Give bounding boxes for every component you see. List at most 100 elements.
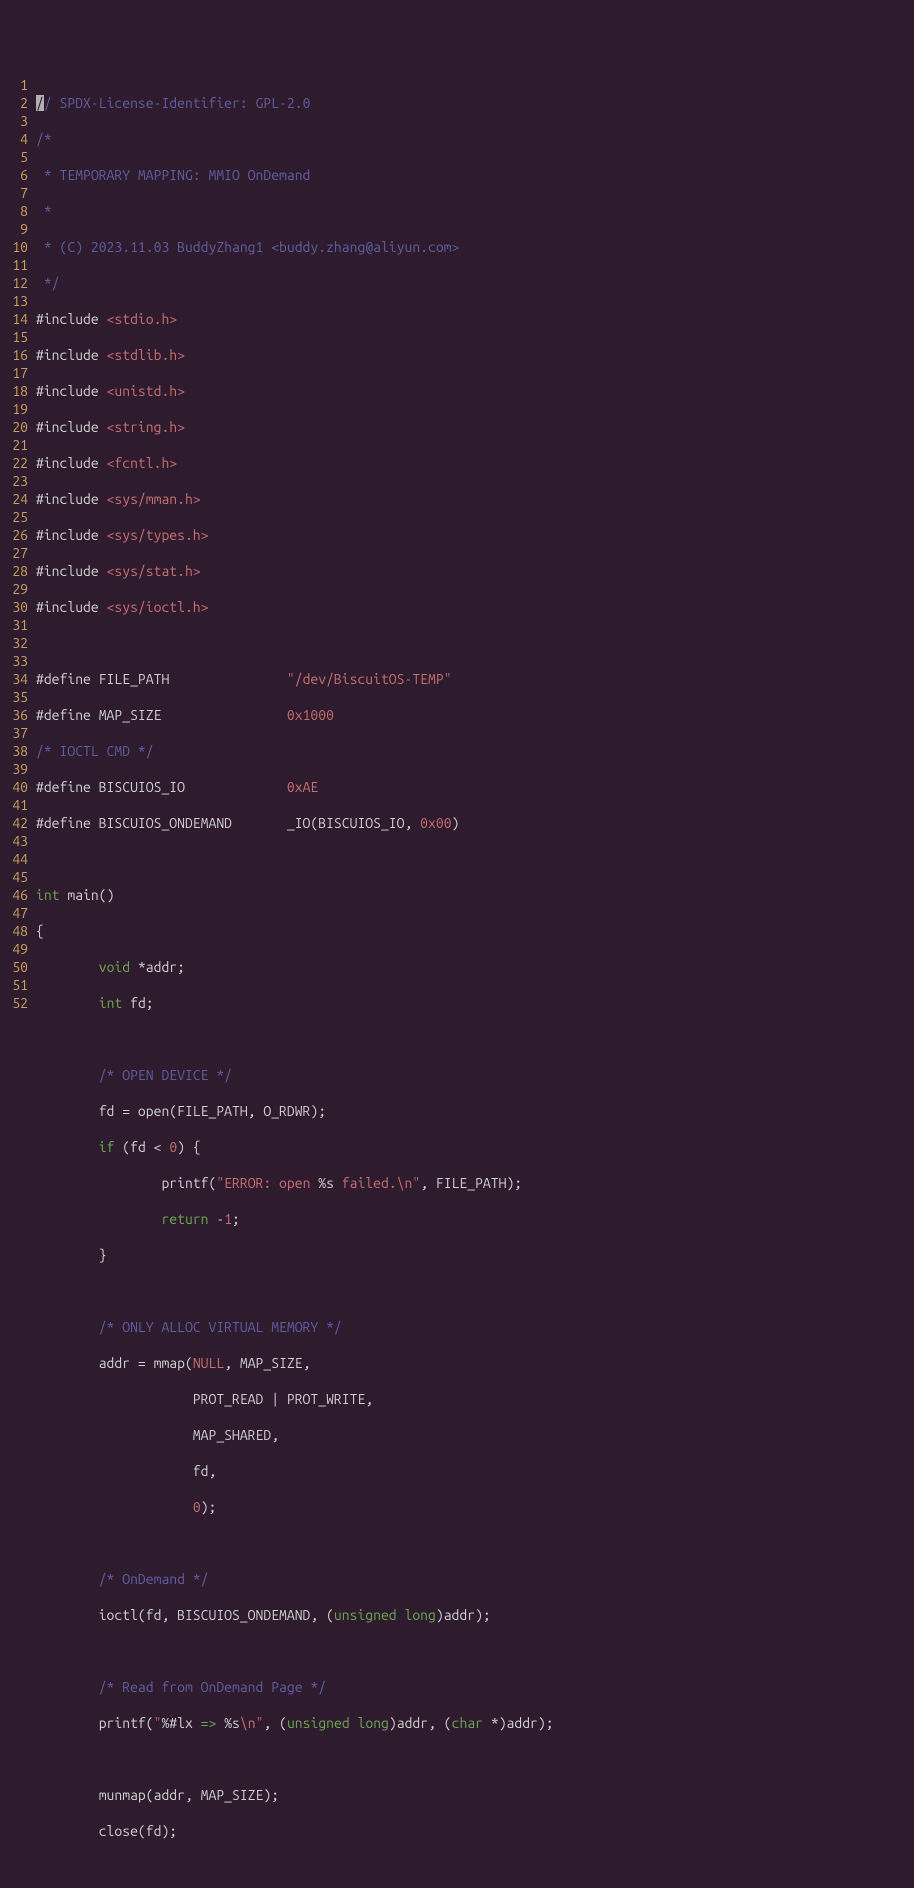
code-line: #define BISCUIOS_IO 0xAE <box>36 778 554 796</box>
line-number: 26 <box>0 526 28 544</box>
code-line: { <box>36 922 554 940</box>
code-line: fd = open(FILE_PATH, O_RDWR); <box>36 1102 554 1120</box>
code-line: /* OnDemand */ <box>36 1570 554 1588</box>
line-number: 3 <box>0 112 28 130</box>
code-line: #include <sys/mman.h> <box>36 490 554 508</box>
code-line: /* <box>36 130 554 148</box>
code-line: #include <sys/ioctl.h> <box>36 598 554 616</box>
code-line: #include <string.h> <box>36 418 554 436</box>
code-line: #include <fcntl.h> <box>36 454 554 472</box>
code-line: #define FILE_PATH "/dev/BiscuitOS-TEMP" <box>36 670 554 688</box>
code-line: /* Read from OnDemand Page */ <box>36 1678 554 1696</box>
line-number: 16 <box>0 346 28 364</box>
line-number: 13 <box>0 292 28 310</box>
code-line <box>36 850 554 868</box>
line-number: 37 <box>0 724 28 742</box>
line-number: 12 <box>0 274 28 292</box>
line-number: 30 <box>0 598 28 616</box>
code-line: } <box>36 1246 554 1264</box>
code-line: 0); <box>36 1498 554 1516</box>
code-line: /* OPEN DEVICE */ <box>36 1066 554 1084</box>
line-number: 44 <box>0 850 28 868</box>
line-number: 28 <box>0 562 28 580</box>
code-line: void *addr; <box>36 958 554 976</box>
line-number: 48 <box>0 922 28 940</box>
code-line: if (fd < 0) { <box>36 1138 554 1156</box>
code-line: addr = mmap(NULL, MAP_SIZE, <box>36 1354 554 1372</box>
code-line: #include <sys/stat.h> <box>36 562 554 580</box>
code-line: #define MAP_SIZE 0x1000 <box>36 706 554 724</box>
code-line <box>36 1642 554 1660</box>
line-number: 7 <box>0 184 28 202</box>
code-line: printf("ERROR: open %s failed.\n", FILE_… <box>36 1174 554 1192</box>
code-area[interactable]: // SPDX-License-Identifier: GPL-2.0 /* *… <box>32 76 554 1888</box>
code-line: MAP_SHARED, <box>36 1426 554 1444</box>
line-number-gutter: 1234567891011121314151617181920212223242… <box>0 76 32 1888</box>
cursor: / <box>36 95 44 111</box>
line-number: 52 <box>0 994 28 1012</box>
code-line: #include <stdio.h> <box>36 310 554 328</box>
line-number: 40 <box>0 778 28 796</box>
code-line: int fd; <box>36 994 554 1012</box>
line-number: 51 <box>0 976 28 994</box>
line-number: 24 <box>0 490 28 508</box>
code-line <box>36 1750 554 1768</box>
line-number: 11 <box>0 256 28 274</box>
code-line: * <box>36 202 554 220</box>
code-line: */ <box>36 274 554 292</box>
line-number: 45 <box>0 868 28 886</box>
code-editor[interactable]: 1234567891011121314151617181920212223242… <box>0 72 914 1888</box>
code-line <box>36 1282 554 1300</box>
line-number: 23 <box>0 472 28 490</box>
code-line: /* IOCTL CMD */ <box>36 742 554 760</box>
line-number: 34 <box>0 670 28 688</box>
code-line <box>36 1534 554 1552</box>
code-line: * TEMPORARY MAPPING: MMIO OnDemand <box>36 166 554 184</box>
line-number: 19 <box>0 400 28 418</box>
code-line: #define BISCUIOS_ONDEMAND _IO(BISCUIOS_I… <box>36 814 554 832</box>
line-number: 20 <box>0 418 28 436</box>
line-number: 46 <box>0 886 28 904</box>
line-number: 32 <box>0 634 28 652</box>
line-number: 2 <box>0 94 28 112</box>
line-number: 27 <box>0 544 28 562</box>
code-line: printf("%#lx => %s\n", (unsigned long)ad… <box>36 1714 554 1732</box>
code-line: PROT_READ | PROT_WRITE, <box>36 1390 554 1408</box>
line-number: 21 <box>0 436 28 454</box>
code-line <box>36 1030 554 1048</box>
code-line: munmap(addr, MAP_SIZE); <box>36 1786 554 1804</box>
code-line: #include <stdlib.h> <box>36 346 554 364</box>
code-line: int main() <box>36 886 554 904</box>
line-number: 10 <box>0 238 28 256</box>
code-line: ioctl(fd, BISCUIOS_ONDEMAND, (unsigned l… <box>36 1606 554 1624</box>
code-line: #include <sys/types.h> <box>36 526 554 544</box>
line-number: 31 <box>0 616 28 634</box>
line-number: 14 <box>0 310 28 328</box>
line-number: 1 <box>0 76 28 94</box>
line-number: 38 <box>0 742 28 760</box>
code-line: /* ONLY ALLOC VIRTUAL MEMORY */ <box>36 1318 554 1336</box>
line-number: 8 <box>0 202 28 220</box>
line-number: 6 <box>0 166 28 184</box>
line-number: 47 <box>0 904 28 922</box>
code-line: // SPDX-License-Identifier: GPL-2.0 <box>36 94 554 112</box>
line-number: 36 <box>0 706 28 724</box>
line-number: 18 <box>0 382 28 400</box>
line-number: 42 <box>0 814 28 832</box>
code-line: fd, <box>36 1462 554 1480</box>
line-number: 50 <box>0 958 28 976</box>
code-line: * (C) 2023.11.03 BuddyZhang1 <buddy.zhan… <box>36 238 554 256</box>
line-number: 39 <box>0 760 28 778</box>
line-number: 17 <box>0 364 28 382</box>
code-line <box>36 634 554 652</box>
line-number: 49 <box>0 940 28 958</box>
line-number: 29 <box>0 580 28 598</box>
line-number: 4 <box>0 130 28 148</box>
line-number: 33 <box>0 652 28 670</box>
line-number: 41 <box>0 796 28 814</box>
code-line <box>36 1858 554 1876</box>
line-number: 5 <box>0 148 28 166</box>
code-line: return -1; <box>36 1210 554 1228</box>
line-number: 25 <box>0 508 28 526</box>
line-number: 15 <box>0 328 28 346</box>
